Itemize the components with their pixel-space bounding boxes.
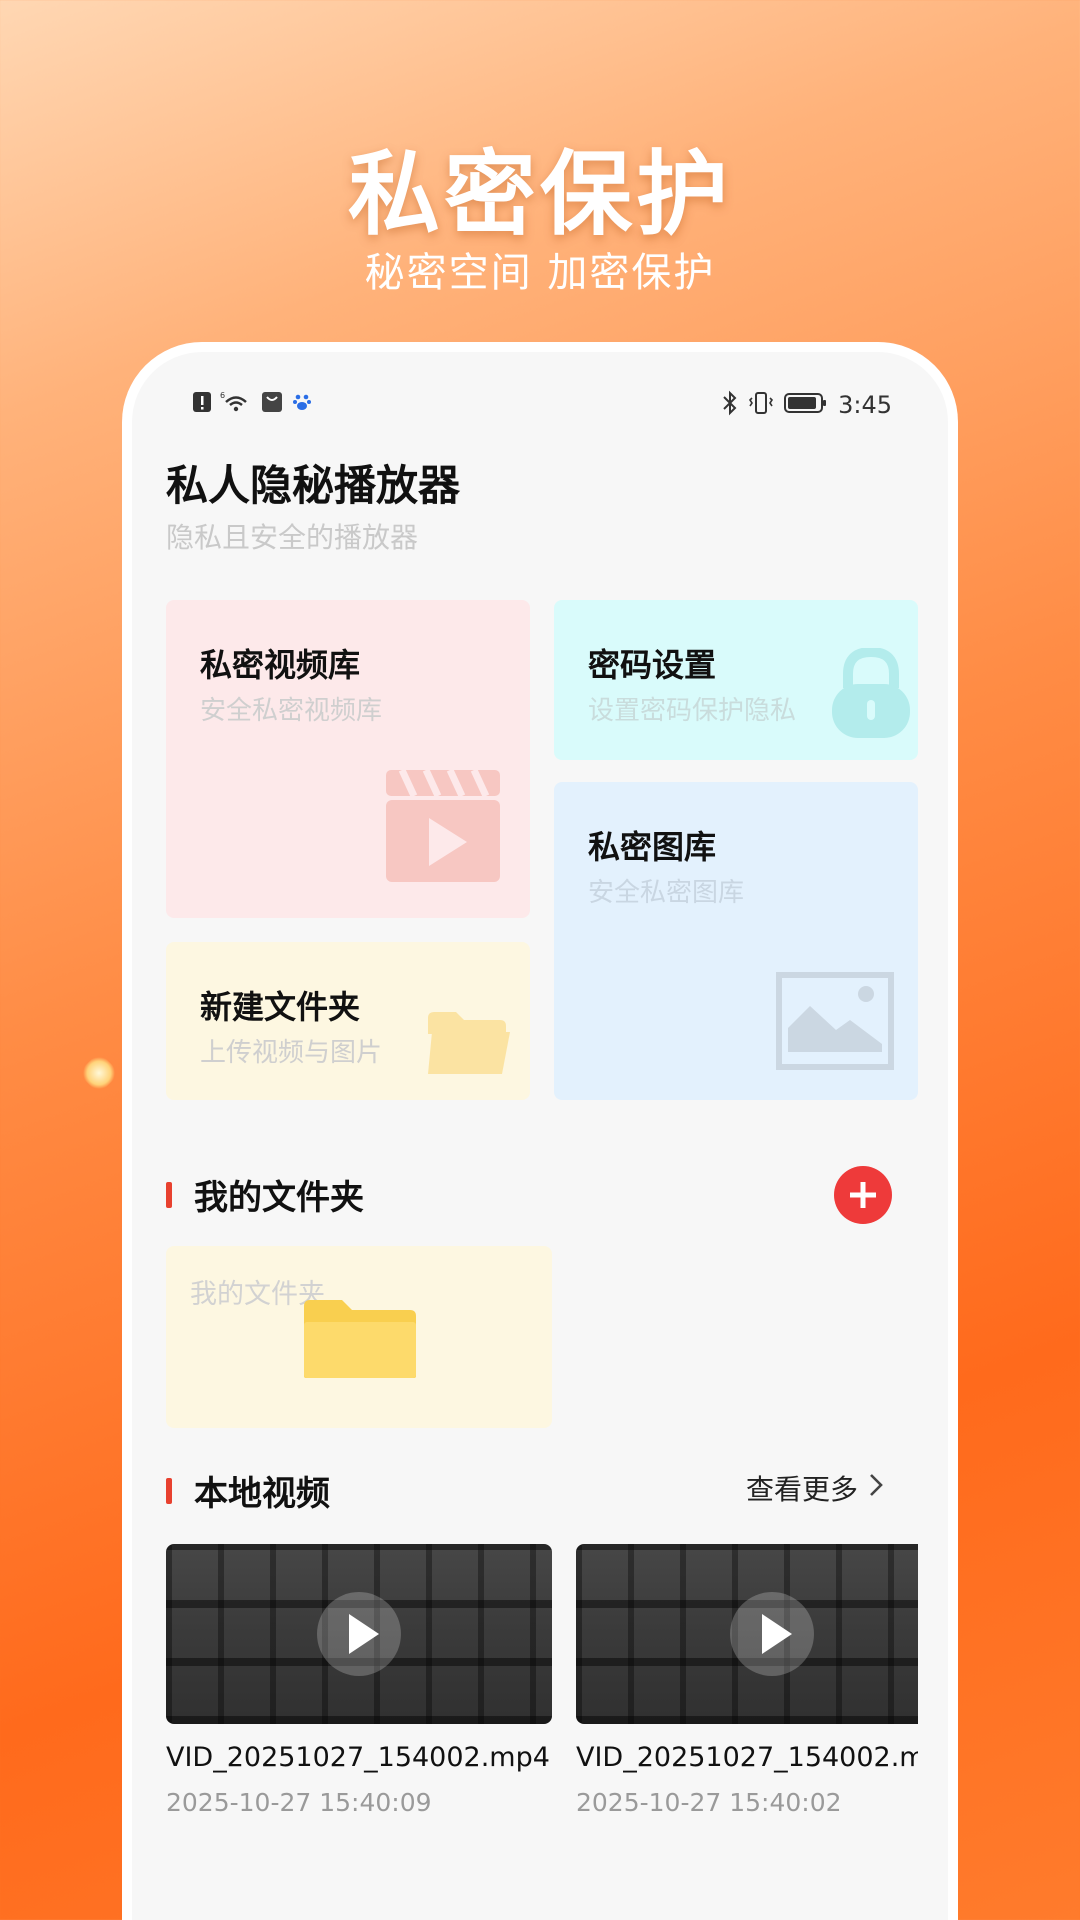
vibrate-icon <box>748 390 774 420</box>
promo-title: 私密保护 <box>347 141 732 248</box>
image-icon <box>776 972 894 1074</box>
video-library-card[interactable]: 私密视频库 安全私密视频库 <box>166 600 530 918</box>
card-title: 私密视频库 <box>200 646 361 684</box>
card-subtitle: 上传视频与图片 <box>200 1038 383 1068</box>
svg-text:6: 6 <box>220 391 225 400</box>
lock-icon <box>830 646 912 744</box>
card-subtitle: 安全私密视频库 <box>200 696 383 726</box>
status-time: 3:45 <box>838 391 892 419</box>
video-filename: VID_20251027_154002.mp4 <box>166 1742 550 1773</box>
play-icon[interactable] <box>317 1592 401 1676</box>
section-accent-bar <box>166 1182 172 1208</box>
local-videos-heading: 本地视频 <box>194 1474 330 1514</box>
section-accent-bar <box>166 1478 172 1504</box>
app-title: 私人隐秘播放器 <box>166 461 461 510</box>
card-title: 私密图库 <box>588 828 717 866</box>
sparkle-decoration <box>77 1051 121 1095</box>
alert-icon <box>192 390 212 418</box>
card-title: 密码设置 <box>588 646 717 684</box>
phone-frame: 6 3:45 私人隐秘播放器 隐私且安全的播放器 私密视频库 安全私密视频库 密… <box>122 342 958 1920</box>
card-subtitle: 设置密码保护隐私 <box>588 696 797 726</box>
play-icon[interactable] <box>730 1592 814 1676</box>
promo-subtitle: 秘密空间 加密保护 <box>364 250 716 296</box>
chevron-right-icon <box>868 1472 884 1505</box>
new-folder-card[interactable]: 新建文件夹 上传视频与图片 <box>166 942 530 1100</box>
video-date: 2025-10-27 15:40:09 <box>166 1788 432 1817</box>
password-settings-card[interactable]: 密码设置 设置密码保护隐私 <box>554 600 918 760</box>
view-more-label: 查看更多 <box>746 1473 859 1506</box>
my-folders-heading: 我的文件夹 <box>194 1178 364 1218</box>
clapperboard-play-icon <box>384 766 502 888</box>
card-subtitle: 安全私密图库 <box>588 878 745 908</box>
video-date: 2025-10-27 15:40:02 <box>576 1788 842 1817</box>
status-bar: 6 3:45 <box>192 390 892 420</box>
video-filename: VID_20251027_154002.mp4 <box>576 1742 918 1773</box>
bluetooth-icon <box>722 390 738 420</box>
app-screen: 6 3:45 私人隐秘播放器 隐私且安全的播放器 私密视频库 安全私密视频库 密… <box>132 352 948 1920</box>
video-item-clip: VID_20251027_154002.mp4 2025-10-27 15:40… <box>576 1542 918 1842</box>
card-title: 新建文件夹 <box>200 988 361 1026</box>
shopping-bag-icon <box>260 390 284 418</box>
battery-icon <box>784 391 828 419</box>
wifi-icon: 6 <box>220 390 252 418</box>
video-thumbnail[interactable] <box>166 1544 552 1724</box>
baidu-paw-icon <box>292 392 312 416</box>
private-gallery-card[interactable]: 私密图库 安全私密图库 <box>554 782 918 1100</box>
folder-item[interactable]: 我的文件夹 <box>166 1246 552 1428</box>
add-folder-button[interactable] <box>834 1166 892 1224</box>
folder-icon <box>302 1298 418 1384</box>
view-more-link[interactable]: 查看更多 <box>746 1468 884 1508</box>
video-thumbnail[interactable] <box>576 1544 918 1724</box>
app-subtitle: 隐私且安全的播放器 <box>166 521 419 554</box>
folder-icon <box>426 1010 512 1080</box>
